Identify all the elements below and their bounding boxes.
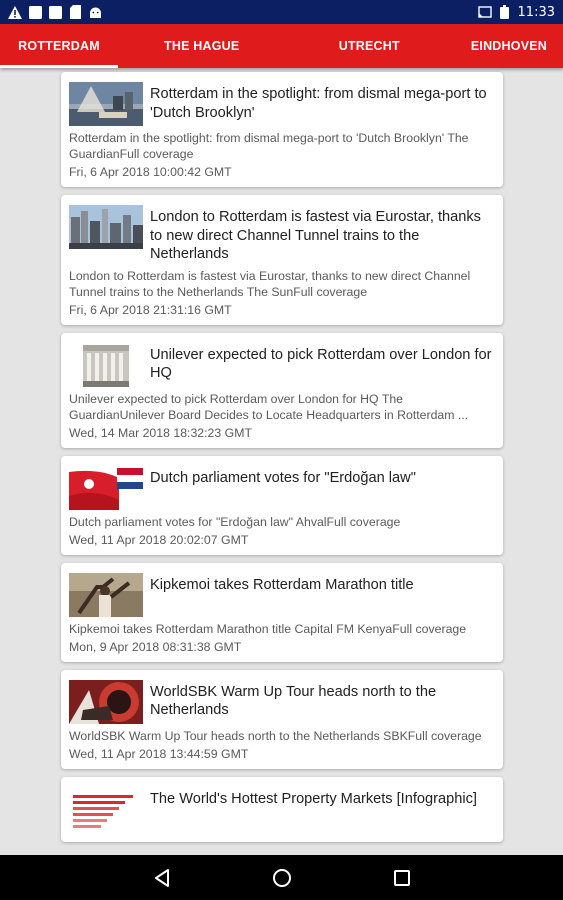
building-thumbnail: [69, 342, 143, 387]
article-snippet: Rotterdam in the spotlight: from dismal …: [69, 131, 469, 161]
battery-icon: [498, 5, 512, 19]
status-right-icons: 11:33: [477, 4, 555, 20]
article-snippet: Kipkemoi takes Rotterdam Marathon title …: [69, 621, 467, 636]
news-card[interactable]: Dutch parliament votes for "Erdoğan law"…: [61, 455, 503, 555]
news-card[interactable]: Rotterdam in the spotlight: from dismal …: [61, 72, 503, 187]
article-date: Wed, 14 Mar 2018 18:32:23 GMT: [69, 425, 252, 440]
news-card[interactable]: Unilever expected to pick Rotterdam over…: [61, 332, 503, 448]
article-date: Mon, 9 Apr 2018 08:31:38 GMT: [69, 639, 242, 654]
recents-icon[interactable]: [390, 866, 414, 890]
article-title[interactable]: Kipkemoi takes Rotterdam Marathon title: [150, 571, 414, 595]
article-title[interactable]: Unilever expected to pick Rotterdam over…: [150, 341, 495, 383]
tab-utrecht[interactable]: UTRECHT: [286, 24, 454, 68]
article-date: Wed, 11 Apr 2018 20:02:07 GMT: [69, 532, 249, 547]
home-icon[interactable]: [270, 866, 294, 890]
tab-the-hague[interactable]: THE HAGUE: [118, 24, 286, 68]
status-left-icons: [8, 5, 102, 19]
tab-rotterdam[interactable]: ROTTERDAM: [0, 24, 118, 68]
article-title[interactable]: WorldSBK Warm Up Tour heads north to the…: [150, 678, 495, 720]
article-title[interactable]: Rotterdam in the spotlight: from dismal …: [150, 80, 495, 122]
news-card[interactable]: London to Rotterdam is fastest via Euros…: [61, 195, 503, 325]
news-card[interactable]: The World's Hottest Property Markets [In…: [61, 776, 503, 842]
notification-square-icon: [48, 5, 62, 19]
motorbike-thumbnail: [69, 679, 143, 724]
back-icon[interactable]: [150, 866, 174, 890]
article-snippet: London to Rotterdam is fastest via Euros…: [69, 268, 471, 299]
article-title[interactable]: London to Rotterdam is fastest via Euros…: [150, 203, 495, 264]
article-title[interactable]: The World's Hottest Property Markets [In…: [150, 785, 477, 809]
article-date: Fri, 6 Apr 2018 10:00:42 GMT: [69, 165, 232, 179]
article-snippet: Unilever expected to pick Rotterdam over…: [69, 391, 469, 422]
article-title[interactable]: Dutch parliament votes for "Erdoğan law": [150, 464, 416, 488]
infographic-thumbnail: [69, 786, 143, 831]
status-time: 11:33: [517, 4, 555, 20]
cast-icon: [477, 5, 492, 19]
tab-eindhoven[interactable]: EINDHOVEN: [453, 24, 563, 68]
news-feed: Rotterdam in the spotlight: from dismal …: [61, 72, 503, 850]
notification-square-icon: [28, 5, 42, 19]
android-icon: [88, 5, 102, 19]
status-bar: 11:33: [0, 0, 563, 24]
flags-thumbnail: [69, 465, 143, 510]
article-snippet: Dutch parliament votes for "Erdoğan law"…: [69, 514, 401, 529]
sd-card-icon: [68, 5, 82, 19]
skyline-thumbnail: [69, 205, 143, 249]
article-date: Fri, 6 Apr 2018 21:31:16 GMT: [69, 302, 232, 317]
bridge-thumbnail: [69, 82, 143, 126]
warning-icon: [8, 5, 22, 19]
article-snippet: WorldSBK Warm Up Tour heads north to the…: [69, 728, 482, 743]
article-date: Wed, 11 Apr 2018 13:44:59 GMT: [69, 746, 249, 761]
runner-thumbnail: [69, 572, 143, 617]
news-card[interactable]: Kipkemoi takes Rotterdam Marathon title …: [61, 562, 503, 662]
city-tab-bar: ROTTERDAM THE HAGUE UTRECHT EINDHOVEN: [0, 24, 563, 68]
system-navigation-bar: [0, 855, 563, 900]
news-card[interactable]: WorldSBK Warm Up Tour heads north to the…: [61, 669, 503, 769]
